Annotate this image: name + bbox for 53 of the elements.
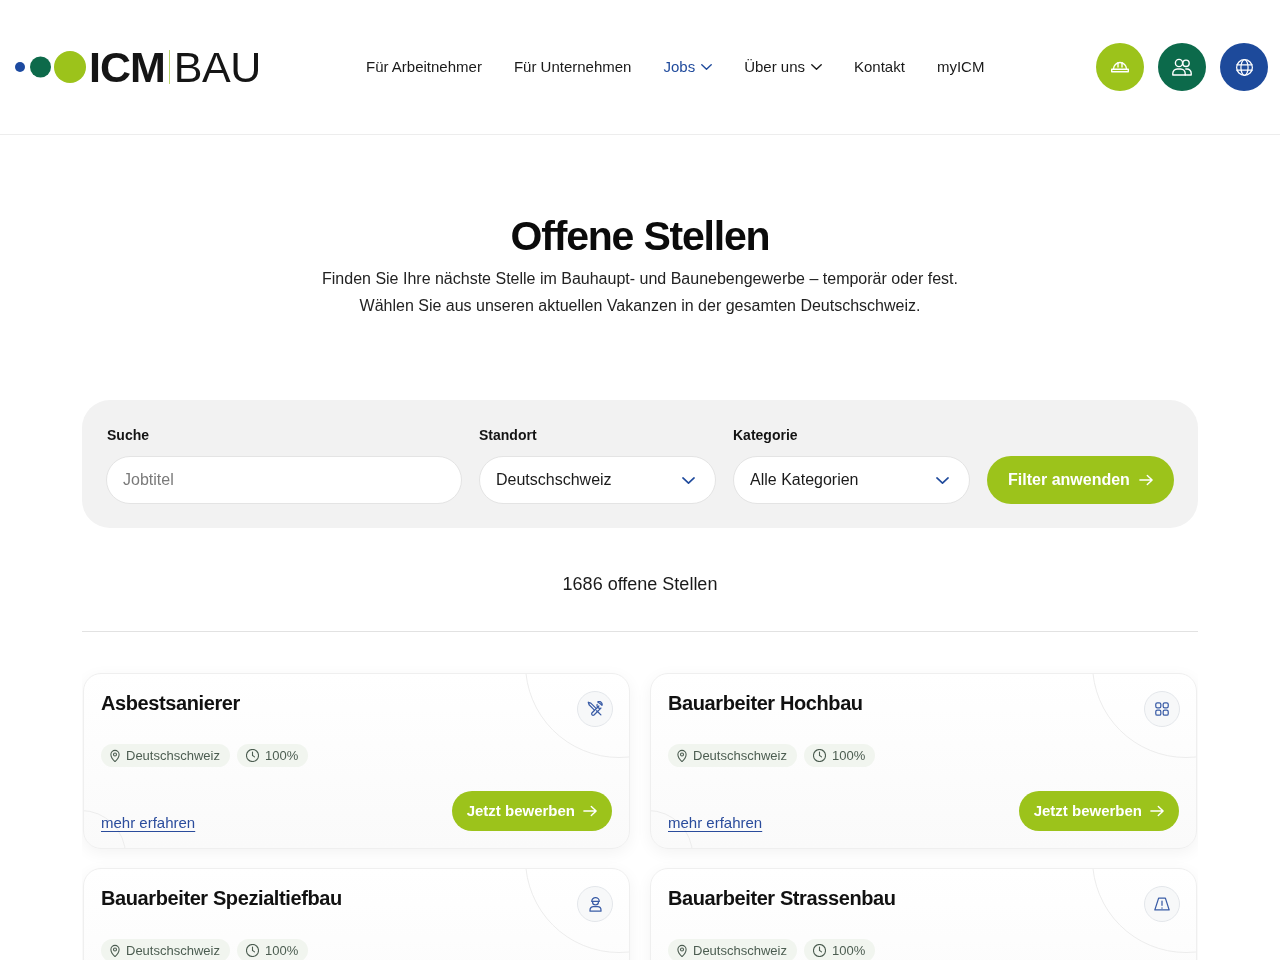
details-link[interactable]: mehr erfahren xyxy=(668,813,763,833)
chevron-down-icon xyxy=(936,476,949,484)
arrow-right-icon xyxy=(1138,474,1153,486)
people-icon xyxy=(1172,58,1192,76)
nav-link[interactable]: Für Unternehmen xyxy=(513,57,632,77)
globe-button[interactable] xyxy=(1220,43,1268,91)
tools-icon xyxy=(577,691,613,727)
location-label: Deutschschweiz xyxy=(126,942,220,959)
logo-wordmark: ICM BAU xyxy=(89,44,261,90)
hard-hat-icon xyxy=(1111,60,1129,74)
clock-icon xyxy=(812,944,826,957)
pin-icon xyxy=(677,944,687,957)
category-select[interactable]: Alle Kategorien xyxy=(733,456,970,504)
field-label: Standort xyxy=(479,426,538,445)
field-label: Kategorie xyxy=(733,426,799,445)
clock-icon xyxy=(245,944,259,957)
job-title: Asbestsanierer xyxy=(101,691,240,716)
road-icon xyxy=(1144,886,1180,922)
pin-icon xyxy=(110,749,120,762)
results-count: 1686 offene Stellen xyxy=(561,573,719,596)
search-field[interactable]: Jobtitel xyxy=(106,456,462,504)
nav-link[interactable]: Über uns xyxy=(744,57,822,77)
location-label: Deutschschweiz xyxy=(693,747,787,764)
pin-icon xyxy=(110,944,120,957)
page-title: Offene Stellen xyxy=(510,212,770,260)
location-label: Deutschschweiz xyxy=(126,747,220,764)
workload-label: 100% xyxy=(831,747,866,764)
arrow-right-icon xyxy=(583,805,597,817)
people-button[interactable] xyxy=(1158,43,1206,91)
details-link[interactable]: mehr erfahren xyxy=(101,813,196,833)
chevron-down-icon xyxy=(682,476,695,484)
nav-link[interactable]: Für Arbeitnehmer xyxy=(366,57,482,77)
intro-paragraph: Finden Sie Ihre nächste Stelle im Bauhaupt- und Baunebengewerbe – temporär oder fest. Wählen Sie aus unseren aktuellen Vakanzen in der gesamten Deutschschweiz. xyxy=(322,269,958,316)
nav-link[interactable]: myICM xyxy=(936,57,985,77)
nav-link[interactable]: Jobs xyxy=(663,57,713,77)
clock-icon xyxy=(245,749,259,762)
field-label: Suche xyxy=(106,426,150,445)
job-title: Bauarbeiter Hochbau xyxy=(668,691,863,716)
job-title: Bauarbeiter Strassenbau xyxy=(668,886,896,911)
nav-link[interactable]: Kontakt xyxy=(854,57,905,77)
pin-icon xyxy=(677,749,687,762)
location-label: Deutschschweiz xyxy=(693,942,787,959)
logo-dots-icon xyxy=(15,51,86,83)
arrow-right-icon xyxy=(1150,805,1164,817)
location-select[interactable]: Deutschschweiz xyxy=(479,456,716,504)
clock-icon xyxy=(812,749,826,762)
job-title: Bauarbeiter Spezialtiefbau xyxy=(101,886,342,911)
grid-icon xyxy=(1144,691,1180,727)
workload-label: 100% xyxy=(264,942,299,959)
workload-label: 100% xyxy=(264,747,299,764)
worker-icon xyxy=(577,886,613,922)
globe-icon xyxy=(1235,58,1253,76)
workload-label: 100% xyxy=(831,942,866,959)
